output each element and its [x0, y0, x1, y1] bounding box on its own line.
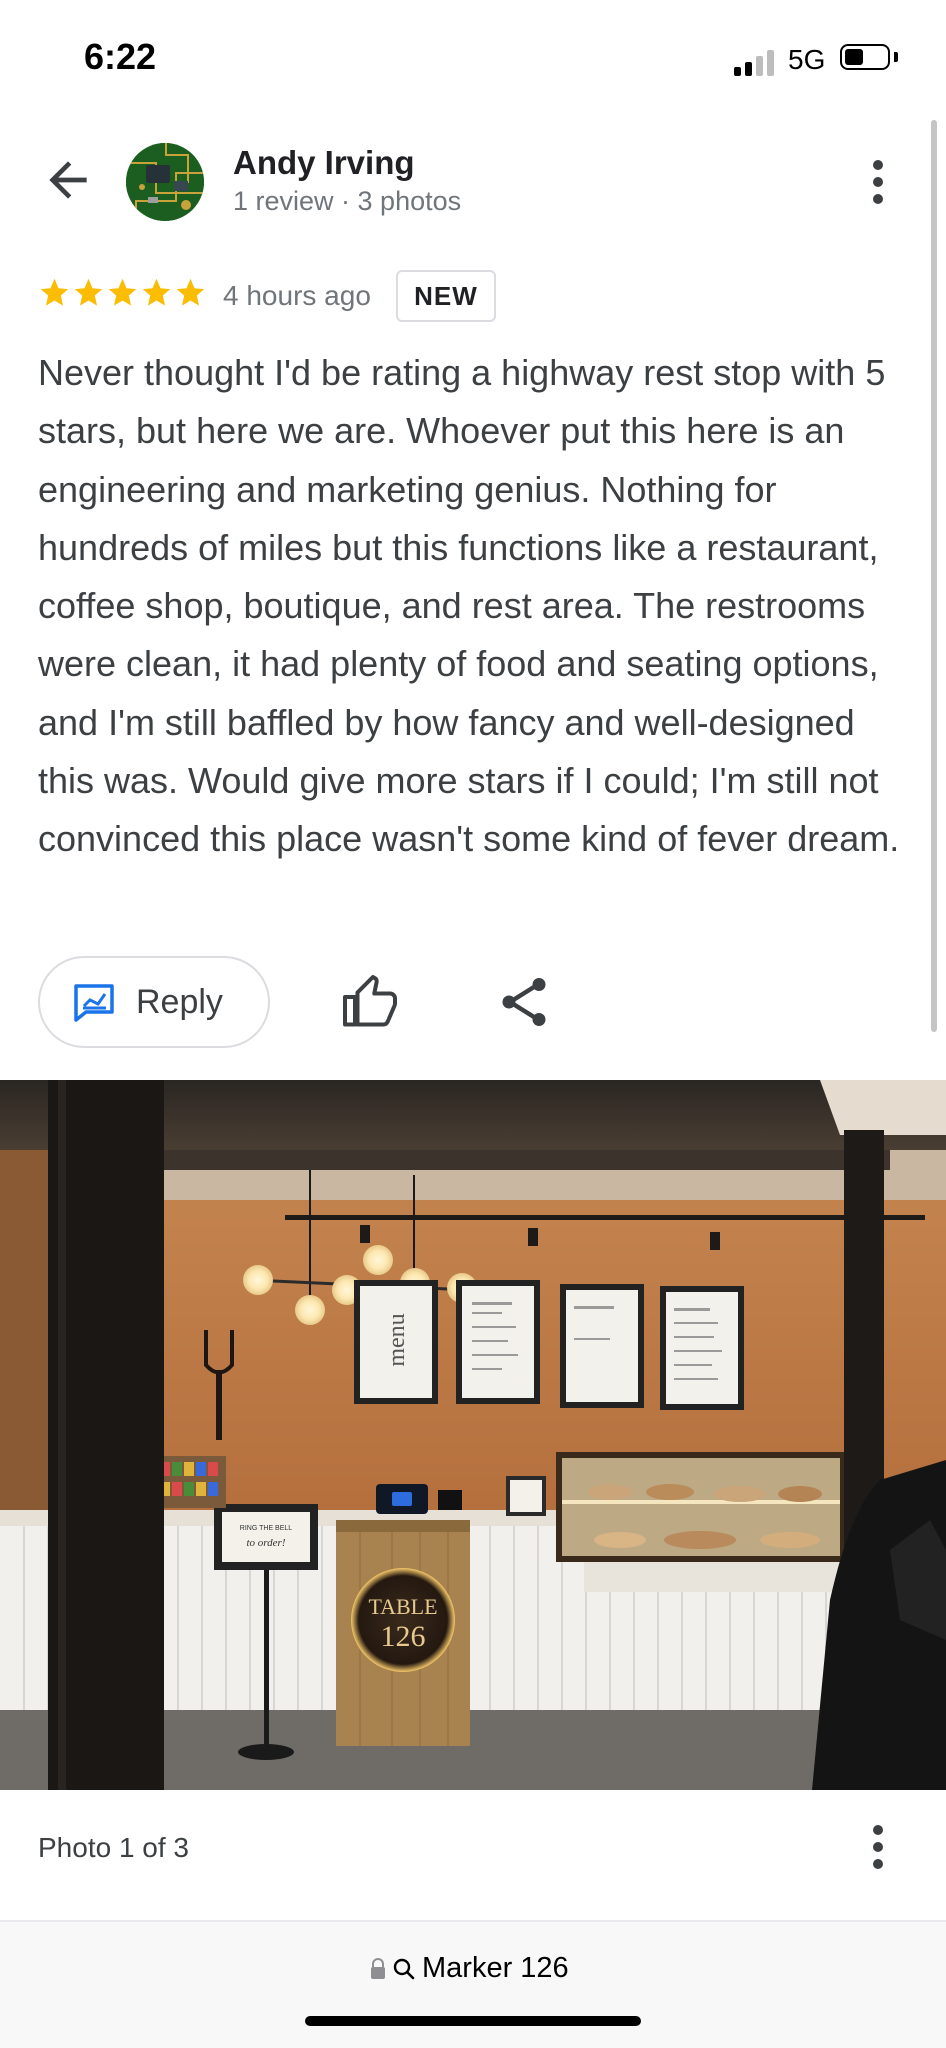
url-content[interactable]: Marker 126 [370, 1952, 569, 1985]
photo-more-options-button[interactable] [860, 1820, 896, 1876]
home-indicator[interactable] [305, 2016, 641, 2026]
reply-button[interactable]: Reply [38, 956, 270, 1048]
star-icon [142, 278, 171, 306]
signal-icon [734, 46, 776, 76]
photo-caption: Photo 1 of 3 [38, 1832, 190, 1863]
reply-icon [74, 984, 114, 1022]
status-time: 6:22 [84, 36, 157, 77]
browser-url-bar[interactable] [0, 1922, 946, 2048]
arrow-back-icon [49, 161, 87, 199]
star-icon [108, 278, 137, 306]
svg-text:TABLE: TABLE [368, 1594, 437, 1619]
more-vert-icon [873, 1825, 883, 1869]
scrollbar[interactable] [931, 120, 937, 1032]
url-text: Marker 126 [422, 1952, 569, 1984]
reply-label: Reply [136, 982, 223, 1021]
battery-icon [840, 44, 890, 70]
star-icon [74, 278, 103, 306]
svg-text:126: 126 [381, 1620, 426, 1653]
star-icon [176, 278, 205, 306]
svg-text:to order!: to order! [246, 1537, 285, 1549]
avatar[interactable] [126, 143, 204, 221]
new-badge: NEW [396, 270, 496, 322]
star-icon [40, 278, 69, 306]
review-photo[interactable]: menu RING THE BELL to order! TABLE 126 [0, 1080, 946, 1790]
review-text: Never thought I'd be rating a highway re… [38, 352, 900, 860]
like-button[interactable] [340, 972, 400, 1032]
more-options-button[interactable] [860, 155, 896, 211]
share-icon [502, 978, 546, 1026]
svg-text:RING THE BELL: RING THE BELL [240, 1525, 292, 1532]
network-label: 5G [788, 44, 826, 75]
reviewer-name[interactable]: Andy Irving [233, 144, 415, 182]
lock-icon [371, 1957, 385, 1979]
more-vert-icon [873, 160, 883, 204]
review-time: 4 hours ago [223, 280, 371, 311]
share-button[interactable] [494, 972, 554, 1032]
battery-nub [894, 52, 898, 62]
back-button[interactable] [40, 152, 96, 208]
search-icon [393, 1958, 415, 1979]
menu-board-text: menu [384, 1313, 410, 1366]
star-rating [38, 276, 207, 314]
reviewer-meta: 1 review · 3 photos [233, 186, 462, 216]
thumb-up-icon [343, 975, 397, 1027]
